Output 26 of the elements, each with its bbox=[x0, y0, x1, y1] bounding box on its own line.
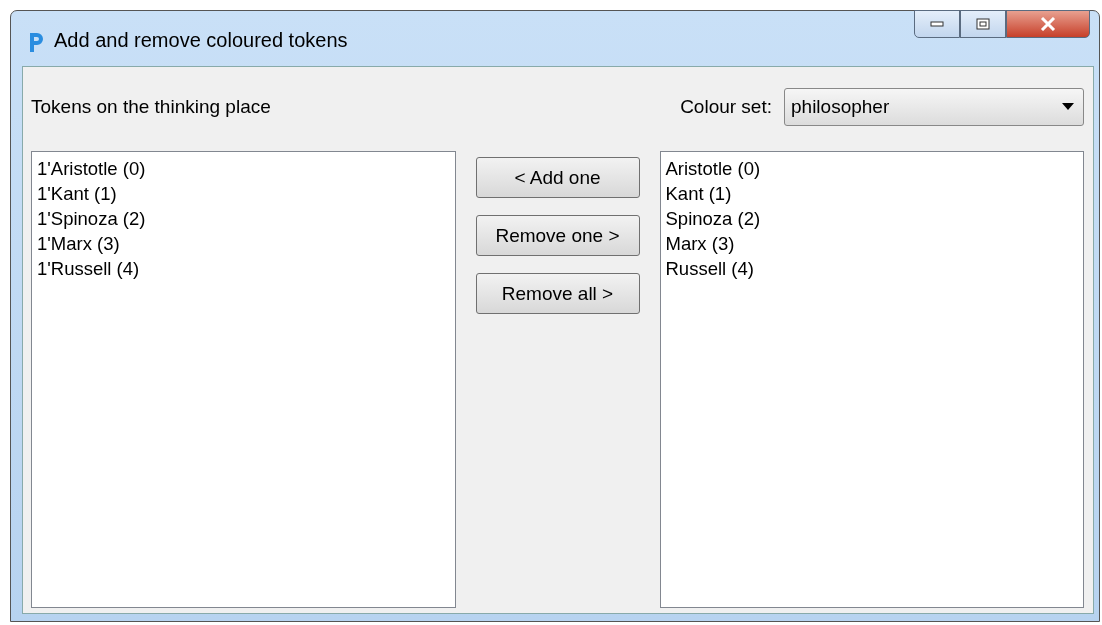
token-item[interactable]: 1'Kant (1) bbox=[37, 181, 117, 206]
tokens-label: Tokens on the thinking place bbox=[31, 95, 271, 118]
colour-item[interactable]: Aristotle (0) bbox=[665, 156, 761, 181]
minimize-icon bbox=[930, 21, 944, 27]
colour-item[interactable]: Russell (4) bbox=[665, 256, 754, 281]
maximize-button[interactable] bbox=[960, 10, 1006, 38]
window-title: Add and remove coloured tokens bbox=[54, 29, 348, 52]
close-icon bbox=[1040, 17, 1056, 31]
colour-set-label: Colour set: bbox=[680, 95, 772, 118]
colours-list[interactable]: Aristotle (0) Kant (1) Spinoza (2) Marx (3) Russell (4) bbox=[659, 151, 1084, 608]
action-button[interactable]: Remove one > bbox=[475, 215, 640, 256]
action-button[interactable]: Remove all > bbox=[475, 273, 640, 314]
token-item[interactable]: 1'Russell (4) bbox=[37, 256, 140, 281]
colour-set-dropdown[interactable]: philosopher bbox=[784, 87, 1084, 126]
close-button[interactable] bbox=[1006, 10, 1090, 38]
token-item[interactable]: 1'Aristotle (0) bbox=[37, 156, 146, 181]
tokens-list[interactable]: 1'Aristotle (0) 1'Kant (1) 1'Spinoza (2) 1'Marx (3) 1'Russell (4) bbox=[31, 151, 456, 608]
token-item[interactable]: 1'Marx (3) bbox=[37, 231, 120, 256]
token-item[interactable]: 1'Spinoza (2) bbox=[37, 206, 146, 231]
action-button[interactable]: < Add one bbox=[475, 157, 640, 198]
dropdown-arrow-icon bbox=[1062, 103, 1074, 110]
colour-item[interactable]: Spinoza (2) bbox=[665, 206, 761, 231]
colour-item[interactable]: Marx (3) bbox=[665, 231, 735, 256]
maximize-icon bbox=[976, 18, 990, 30]
colour-item[interactable]: Kant (1) bbox=[665, 181, 732, 206]
minimize-button[interactable] bbox=[914, 10, 960, 38]
